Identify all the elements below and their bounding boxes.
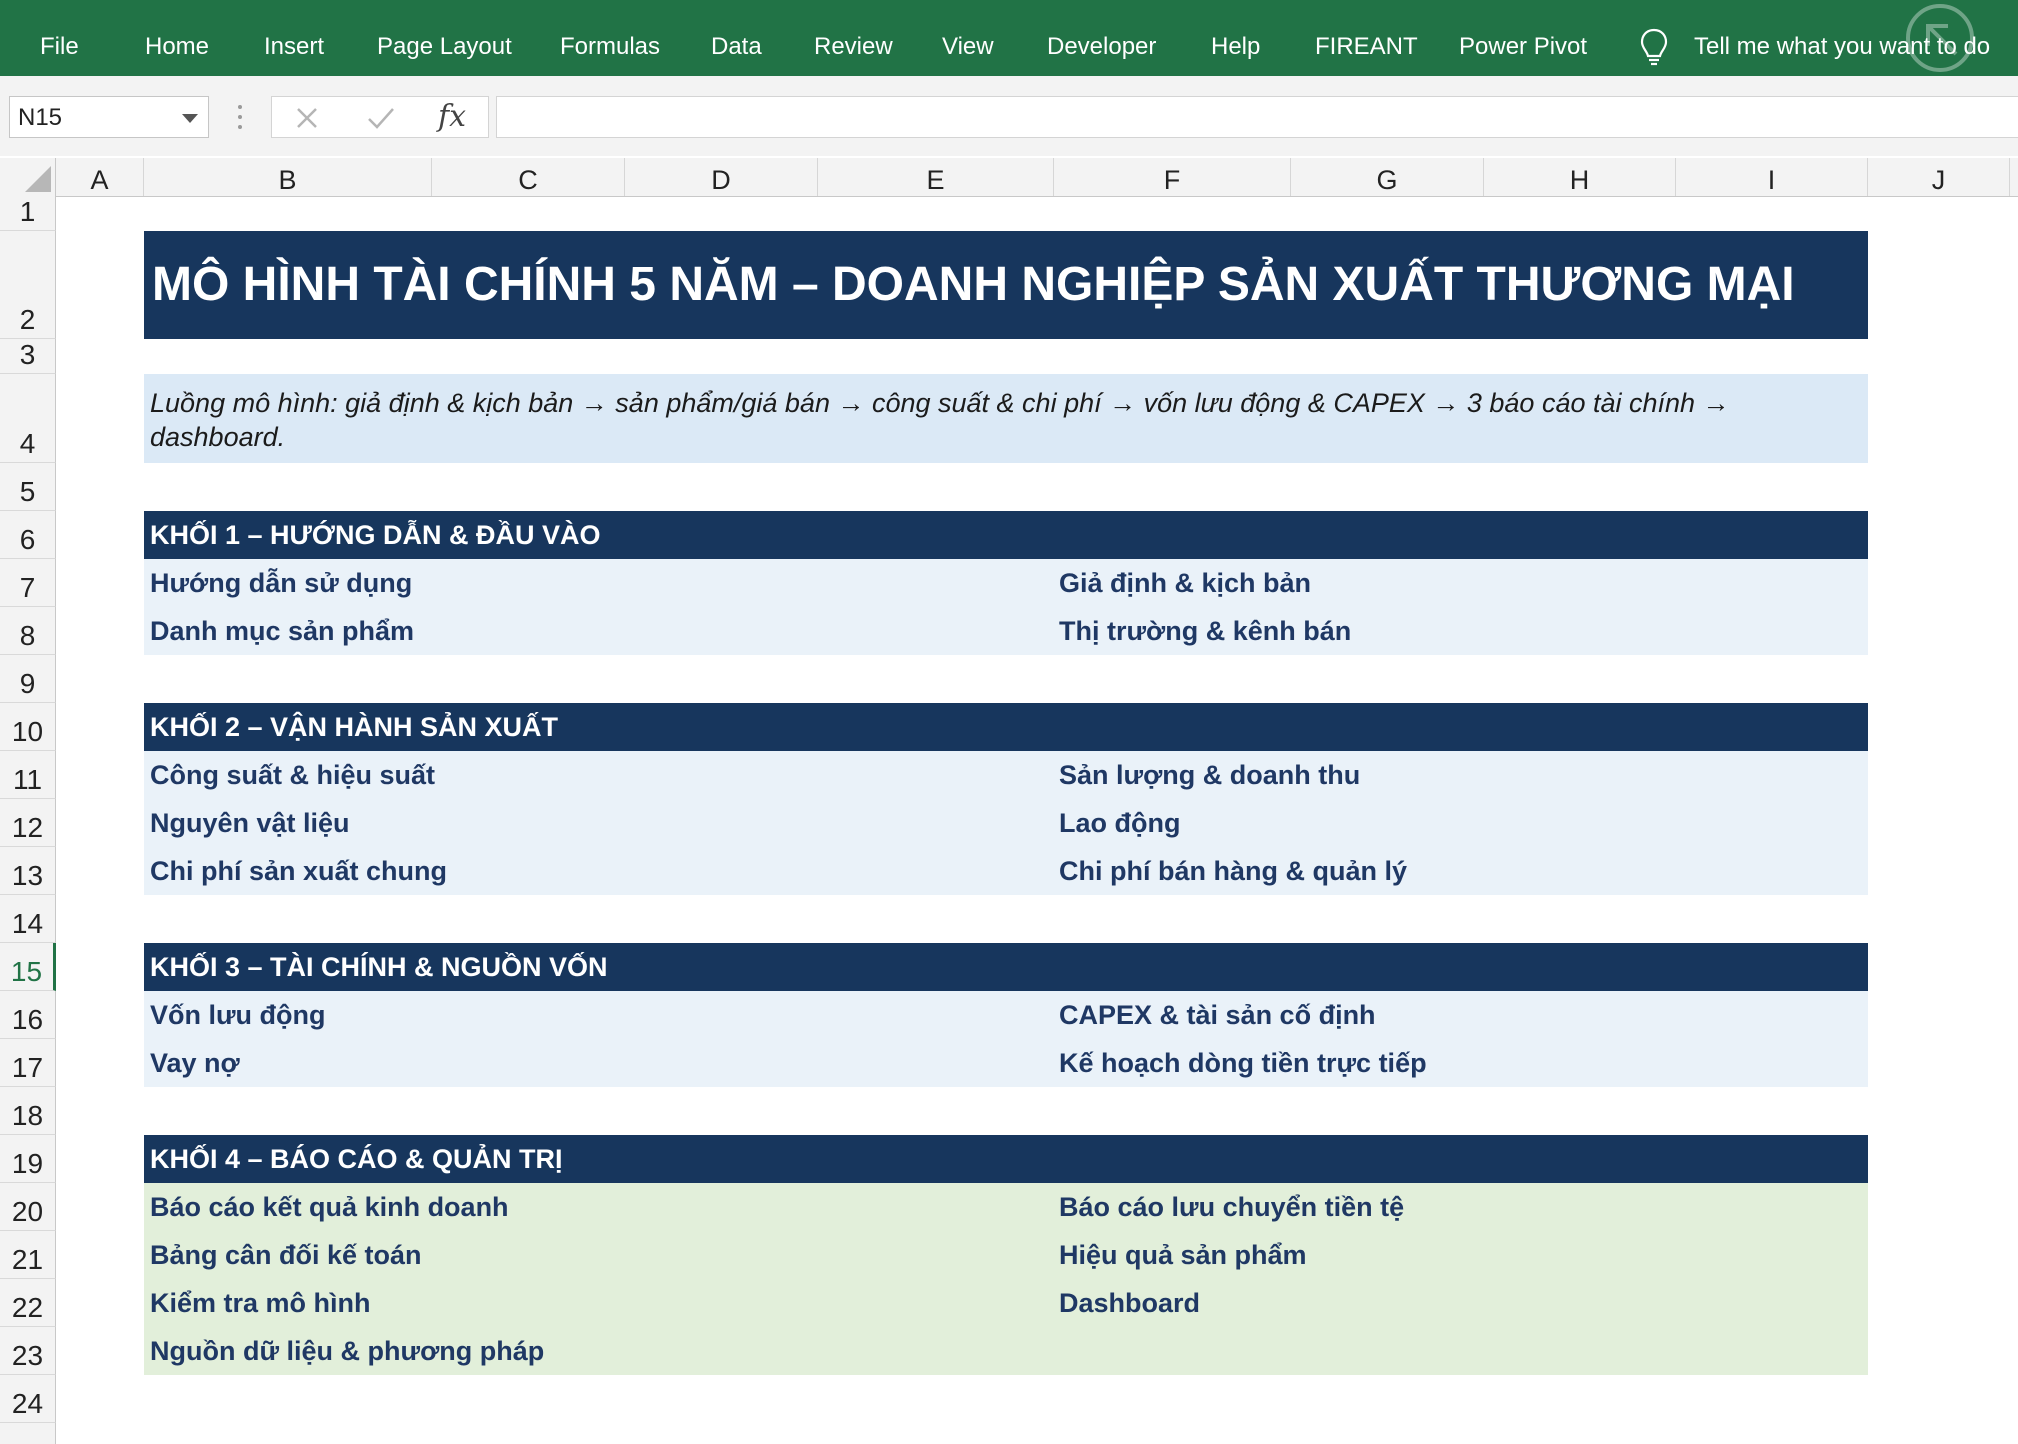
link-kiem-tra-mo-hinh[interactable]: Kiểm tra mô hình: [150, 1279, 371, 1327]
column-header-h[interactable]: H: [1484, 158, 1676, 196]
link-bang-can-doi-ke-toan[interactable]: Bảng cân đối kế toán: [150, 1231, 422, 1279]
chevron-down-icon[interactable]: [182, 114, 198, 123]
sheet-title: MÔ HÌNH TÀI CHÍNH 5 NĂM – DOANH NGHIỆP S…: [152, 258, 1795, 311]
row-header-10[interactable]: 10: [0, 703, 56, 751]
section-title-3: KHỐI 3 – TÀI CHÍNH & NGUỒN VỐN: [150, 952, 608, 982]
row-header-2[interactable]: 2: [0, 231, 56, 339]
section-title-4: KHỐI 4 – BÁO CÁO & QUẢN TRỊ: [150, 1144, 563, 1174]
select-all-button[interactable]: [0, 158, 56, 196]
section-header-3[interactable]: KHỐI 3 – TÀI CHÍNH & NGUỒN VỐN: [144, 943, 1868, 991]
name-box-value: N15: [18, 104, 63, 131]
name-box[interactable]: N15: [9, 96, 209, 138]
row-header-24[interactable]: 24: [0, 1375, 56, 1423]
link-capex-tai-san-co-dinh[interactable]: CAPEX & tài sản cố định: [1059, 991, 1376, 1039]
tab-fireant[interactable]: FIREANT: [1315, 0, 1418, 76]
column-header-g[interactable]: G: [1291, 158, 1484, 196]
row-header-1[interactable]: 1: [0, 196, 56, 231]
row-header-8[interactable]: 8: [0, 607, 56, 655]
column-header-c[interactable]: C: [432, 158, 625, 196]
insert-function-button[interactable]: fx: [438, 97, 466, 137]
link-nguyen-vat-lieu[interactable]: Nguyên vật liệu: [150, 799, 350, 847]
column-header-e[interactable]: E: [818, 158, 1054, 196]
link-huong-dan-su-dung[interactable]: Hướng dẫn sử dụng: [150, 559, 412, 607]
lightbulb-icon[interactable]: [1640, 28, 1668, 66]
tab-help[interactable]: Help: [1211, 0, 1260, 76]
link-lao-dong[interactable]: Lao động: [1059, 799, 1180, 847]
flow-description-cell[interactable]: Luồng mô hình: giả định & kịch bản → sản…: [144, 374, 1868, 463]
section-body-4: Báo cáo kết quả kinh doanh Bảng cân đối …: [144, 1183, 1868, 1375]
row-header-20[interactable]: 20: [0, 1183, 56, 1231]
section-header-2[interactable]: KHỐI 2 – VẬN HÀNH SẢN XUẤT: [144, 703, 1868, 751]
link-hieu-qua-san-pham[interactable]: Hiệu quả sản phẩm: [1059, 1231, 1307, 1279]
link-bao-cao-ket-qua-kinh-doanh[interactable]: Báo cáo kết quả kinh doanh: [150, 1183, 509, 1231]
link-thi-truong-kenh-ban[interactable]: Thị trường & kênh bán: [1059, 607, 1351, 655]
section-body-3: Vốn lưu động Vay nợ CAPEX & tài sản cố đ…: [144, 991, 1868, 1087]
drag-handle-icon[interactable]: [237, 102, 243, 132]
row-header-4[interactable]: 4: [0, 374, 56, 463]
section-body-2: Công suất & hiệu suất Nguyên vật liệu Ch…: [144, 751, 1868, 895]
checkmark-icon[interactable]: [366, 105, 396, 131]
column-header-d[interactable]: D: [625, 158, 818, 196]
cancel-icon[interactable]: [294, 105, 320, 131]
column-header-b[interactable]: B: [144, 158, 432, 196]
tab-view[interactable]: View: [942, 0, 994, 76]
row-header-3[interactable]: 3: [0, 339, 56, 374]
row-header-19[interactable]: 19: [0, 1135, 56, 1183]
link-chi-phi-ban-hang-quan-ly[interactable]: Chi phí bán hàng & quản lý: [1059, 847, 1407, 895]
row-header-11[interactable]: 11: [0, 751, 56, 799]
link-danh-muc-san-pham[interactable]: Danh mục sản phẩm: [150, 607, 414, 655]
flow-description: Luồng mô hình: giả định & kịch bản → sản…: [150, 388, 1730, 452]
column-header-f[interactable]: F: [1054, 158, 1291, 196]
row-header-16[interactable]: 16: [0, 991, 56, 1039]
section-body-1: Hướng dẫn sử dụng Danh mục sản phẩm Giả …: [144, 559, 1868, 655]
tab-insert[interactable]: Insert: [264, 0, 324, 76]
link-nguon-du-lieu-phuong-phap[interactable]: Nguồn dữ liệu & phương pháp: [150, 1327, 544, 1375]
row-header-17[interactable]: 17: [0, 1039, 56, 1087]
tab-power-pivot[interactable]: Power Pivot: [1459, 0, 1587, 76]
row-header-12[interactable]: 12: [0, 799, 56, 847]
tab-data[interactable]: Data: [711, 0, 762, 76]
section-header-4[interactable]: KHỐI 4 – BÁO CÁO & QUẢN TRỊ: [144, 1135, 1868, 1183]
row-header-9[interactable]: 9: [0, 655, 56, 703]
link-von-luu-dong[interactable]: Vốn lưu động: [150, 991, 326, 1039]
row-header-21[interactable]: 21: [0, 1231, 56, 1279]
tab-page-layout[interactable]: Page Layout: [377, 0, 512, 76]
row-header-25[interactable]: [0, 1423, 56, 1444]
row-header-14[interactable]: 14: [0, 895, 56, 943]
section-header-1[interactable]: KHỐI 1 – HƯỚNG DẪN & ĐẦU VÀO: [144, 511, 1868, 559]
select-all-triangle-icon: [25, 166, 51, 192]
formula-buttons: fx: [271, 96, 489, 138]
row-header-18[interactable]: 18: [0, 1087, 56, 1135]
tab-developer[interactable]: Developer: [1047, 0, 1156, 76]
section-title-2: KHỐI 2 – VẬN HÀNH SẢN XUẤT: [150, 712, 559, 742]
row-header-23[interactable]: 23: [0, 1327, 56, 1375]
tab-review[interactable]: Review: [814, 0, 893, 76]
link-bao-cao-luu-chuyen-tien-te[interactable]: Báo cáo lưu chuyển tiền tệ: [1059, 1183, 1404, 1231]
arrow-circle-icon: [1906, 4, 1974, 72]
column-header-i[interactable]: I: [1676, 158, 1868, 196]
row-header-13[interactable]: 13: [0, 847, 56, 895]
link-vay-no[interactable]: Vay nợ: [150, 1039, 240, 1087]
column-header-j[interactable]: J: [1868, 158, 2010, 196]
link-dashboard[interactable]: Dashboard: [1059, 1279, 1200, 1327]
tab-file[interactable]: File: [40, 0, 79, 76]
link-san-luong-doanh-thu[interactable]: Sản lượng & doanh thu: [1059, 751, 1360, 799]
row-header-15[interactable]: 15: [0, 943, 56, 991]
link-ke-hoach-dong-tien[interactable]: Kế hoạch dòng tiền trực tiếp: [1059, 1039, 1427, 1087]
tab-formulas[interactable]: Formulas: [560, 0, 660, 76]
formula-input[interactable]: [496, 96, 2018, 138]
link-chi-phi-san-xuat-chung[interactable]: Chi phí sản xuất chung: [150, 847, 447, 895]
tab-home[interactable]: Home: [145, 0, 209, 76]
link-gia-dinh-kich-ban[interactable]: Giả định & kịch bản: [1059, 559, 1311, 607]
row-header-6[interactable]: 6: [0, 511, 56, 559]
row-header-22[interactable]: 22: [0, 1279, 56, 1327]
title-banner[interactable]: MÔ HÌNH TÀI CHÍNH 5 NĂM – DOANH NGHIỆP S…: [144, 231, 1868, 339]
section-title-1: KHỐI 1 – HƯỚNG DẪN & ĐẦU VÀO: [150, 520, 601, 550]
row-header-5[interactable]: 5: [0, 463, 56, 511]
link-cong-suat-hieu-suat[interactable]: Công suất & hiệu suất: [150, 751, 435, 799]
column-header-a[interactable]: A: [56, 158, 144, 196]
row-header-7[interactable]: 7: [0, 559, 56, 607]
